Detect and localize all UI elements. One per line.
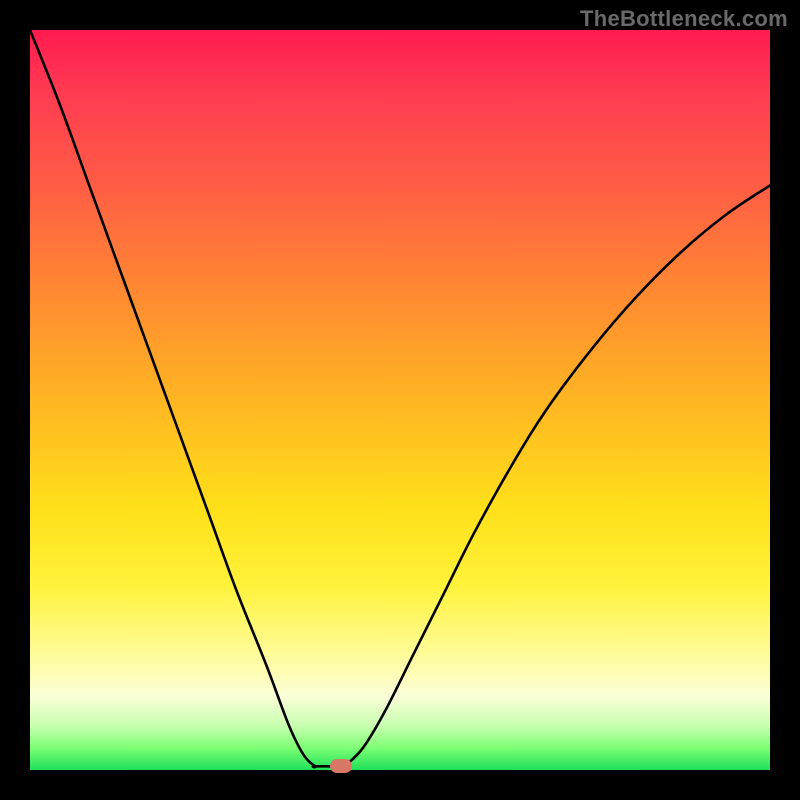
curve-path — [30, 30, 770, 768]
attribution-watermark: TheBottleneck.com — [580, 6, 788, 32]
chart-frame: TheBottleneck.com — [0, 0, 800, 800]
plot-area — [30, 30, 770, 770]
bottleneck-curve — [30, 30, 770, 770]
optimal-marker — [330, 759, 352, 773]
